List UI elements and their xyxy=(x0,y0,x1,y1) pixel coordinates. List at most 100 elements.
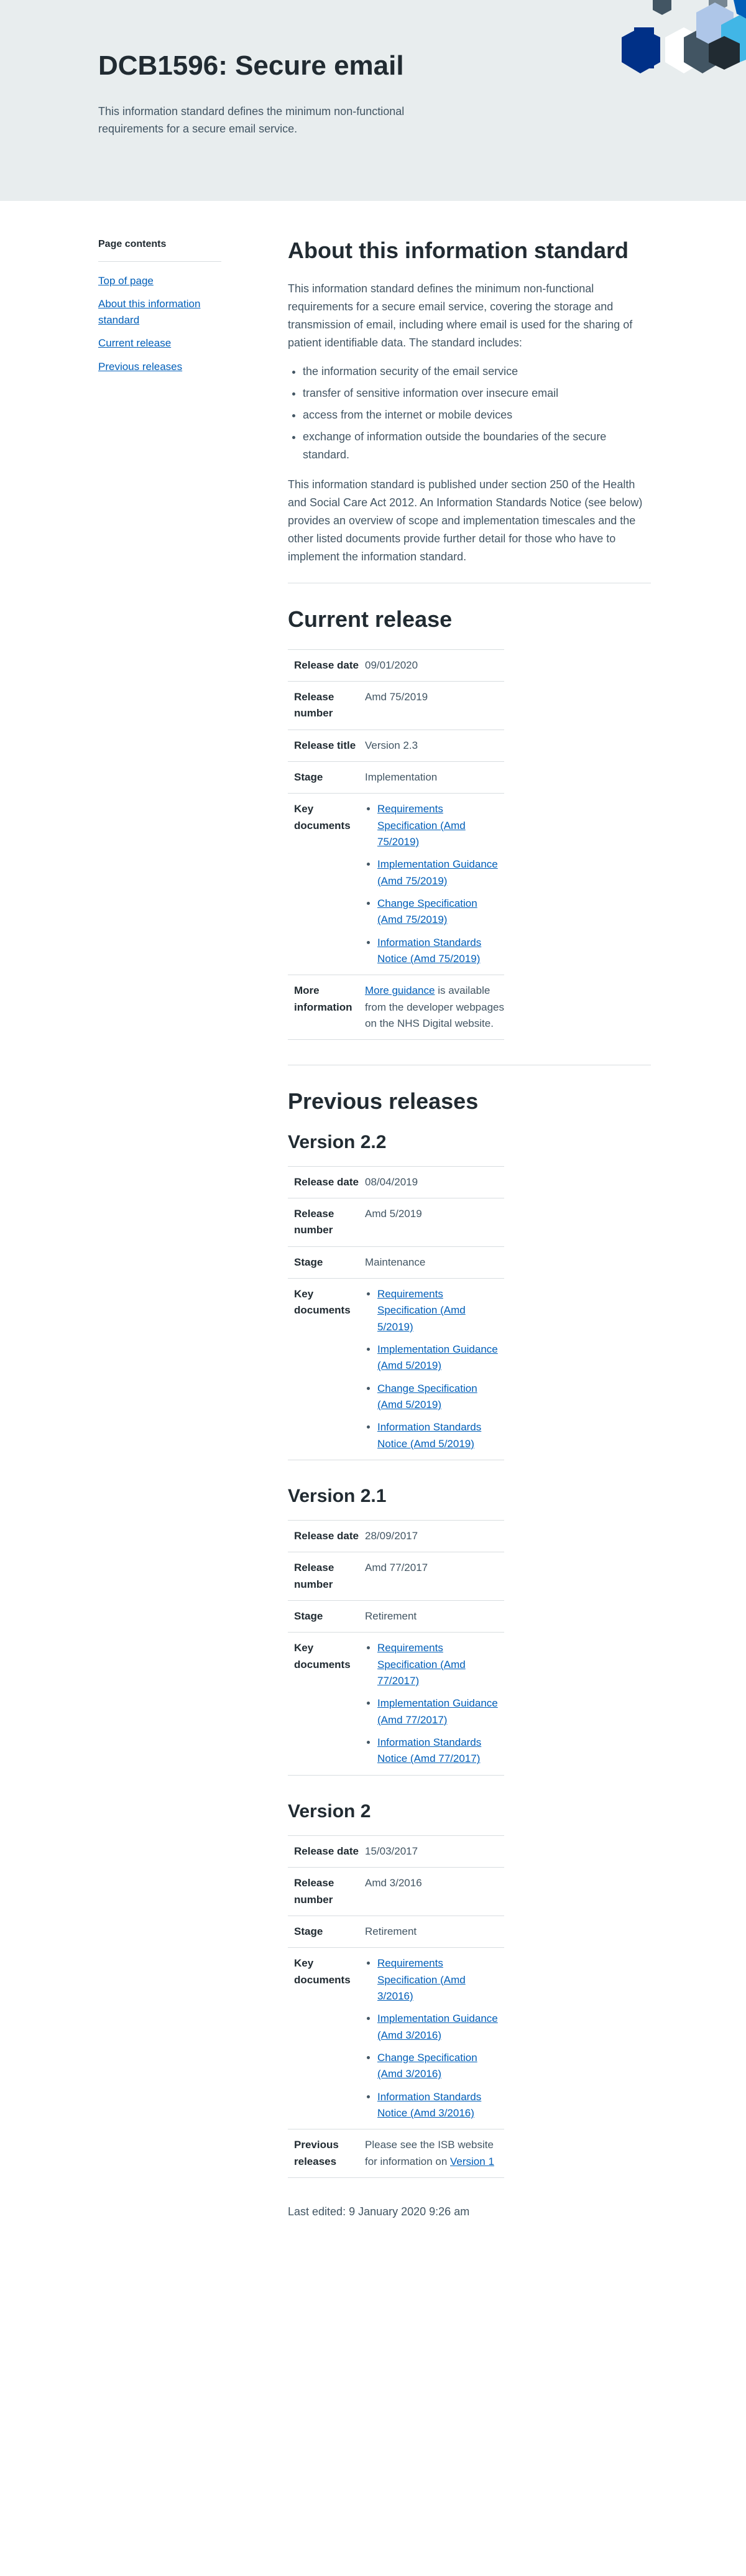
page-header: DCB1596: Secure email This information s… xyxy=(0,0,746,201)
about-bullet: transfer of sensitive information over i… xyxy=(303,384,651,402)
table-row: Release number Amd 5/2019 xyxy=(288,1198,504,1246)
table-row: Stage Maintenance xyxy=(288,1246,504,1278)
document-link[interactable]: Implementation Guidance (Amd 3/2016) xyxy=(377,2013,498,2041)
stage-value: Maintenance xyxy=(365,1256,426,1268)
table-row: Release date 15/03/2017 xyxy=(288,1835,504,1867)
about-heading: About this information standard xyxy=(288,238,629,263)
version-table: Release date 15/03/2017 Release number A… xyxy=(288,1835,504,2178)
about-bullet: exchange of information outside the boun… xyxy=(303,428,651,464)
document-link[interactable]: Requirements Specification (Amd 3/2016) xyxy=(377,1957,466,2002)
version-table: Release date 28/09/2017 Release number A… xyxy=(288,1520,504,1776)
stage-value: Implementation xyxy=(365,771,438,783)
row-label: Stage xyxy=(294,1925,323,1937)
document-link[interactable]: Requirements Specification (Amd 77/2017) xyxy=(377,1642,466,1687)
release-date-value: 15/03/2017 xyxy=(365,1845,418,1857)
about-paragraph-1: This information standard defines the mi… xyxy=(288,282,633,349)
stage-value: Retirement xyxy=(365,1610,417,1623)
row-label: Stage xyxy=(294,1610,323,1623)
stage-value: Retirement xyxy=(365,1925,417,1937)
current-release-section: Current release Release date 09/01/2020 … xyxy=(288,606,651,1040)
about-bullet: access from the internet or mobile devic… xyxy=(303,406,651,424)
document-link[interactable]: Change Specification (Amd 3/2016) xyxy=(377,2052,477,2080)
last-edited: Last edited: 9 January 2020 9:26 am xyxy=(288,2205,470,2218)
table-row: Release number Amd 77/2017 xyxy=(288,1552,504,1601)
table-row: More information More guidance is availa… xyxy=(288,975,504,1040)
document-link[interactable]: Change Specification (Amd 75/2019) xyxy=(377,897,477,925)
row-label: Release number xyxy=(294,1877,334,1906)
version-table: Release date 08/04/2019 Release number A… xyxy=(288,1166,504,1460)
table-row: Key documents Requirements Specification… xyxy=(288,1947,504,2129)
version-heading: Version 2.2 xyxy=(288,1131,387,1152)
table-row: Release date 28/09/2017 xyxy=(288,1520,504,1552)
document-link[interactable]: Information Standards Notice (Amd 75/201… xyxy=(377,937,481,965)
release-number-value: Amd 75/2019 xyxy=(365,690,428,703)
page-title: DCB1596: Secure email xyxy=(98,50,404,81)
key-documents-list: Requirements Specification (Amd 5/2019) … xyxy=(365,1286,504,1452)
current-release-table: Release date 09/01/2020 Release number A… xyxy=(288,649,504,1040)
document-link[interactable]: Change Specification (Amd 5/2019) xyxy=(377,1383,477,1411)
document-link[interactable]: Information Standards Notice (Amd 77/201… xyxy=(377,1736,481,1764)
table-row: Stage Retirement xyxy=(288,1600,504,1633)
table-row: Release title Version 2.3 xyxy=(288,730,504,761)
row-label: Release date xyxy=(294,1530,359,1542)
row-label: Stage xyxy=(294,1256,323,1268)
key-documents-list: Requirements Specification (Amd 3/2016) … xyxy=(365,1955,504,2121)
more-guidance-link[interactable]: More guidance xyxy=(365,985,435,996)
document-link[interactable]: Implementation Guidance (Amd 75/2019) xyxy=(377,858,498,886)
document-link[interactable]: Information Standards Notice (Amd 3/2016… xyxy=(377,2091,481,2119)
row-label: Release number xyxy=(294,1562,334,1590)
document-link[interactable]: Requirements Specification (Amd 5/2019) xyxy=(377,1288,466,1333)
release-date-value: 08/04/2019 xyxy=(365,1175,418,1188)
current-release-heading: Current release xyxy=(288,606,453,632)
nav-link-current-release[interactable]: Current release xyxy=(98,337,171,349)
row-label: Release number xyxy=(294,690,334,720)
row-label: Release number xyxy=(294,1207,334,1236)
release-number-value: Amd 5/2019 xyxy=(365,1207,422,1220)
row-label: Key documents xyxy=(294,1287,351,1317)
row-label: Release date xyxy=(294,1845,359,1857)
nav-link-previous-releases[interactable]: Previous releases xyxy=(98,361,182,373)
table-row: Key documents Requirements Specification… xyxy=(288,793,504,975)
table-row: Release date 09/01/2020 xyxy=(288,649,504,681)
nav-link-top-of-page[interactable]: Top of page xyxy=(98,275,154,287)
document-link[interactable]: Implementation Guidance (Amd 5/2019) xyxy=(377,1343,498,1371)
table-row: Stage Implementation xyxy=(288,761,504,793)
row-label: Stage xyxy=(294,771,323,783)
table-row: Release number Amd 3/2016 xyxy=(288,1867,504,1916)
previous-releases-section: Previous releases Version 2.2 Release da… xyxy=(288,1088,651,2178)
row-label: Release date xyxy=(294,659,359,671)
key-documents-list: Requirements Specification (Amd 77/2017)… xyxy=(365,1640,504,1767)
page-contents-nav: Page contents Top of page About this inf… xyxy=(98,237,221,382)
version-1-link[interactable]: Version 1 xyxy=(450,2156,494,2167)
version-heading: Version 2 xyxy=(288,1800,371,1822)
release-date-value: 28/09/2017 xyxy=(365,1530,418,1542)
release-date-value: 09/01/2020 xyxy=(365,659,418,671)
table-row: Key documents Requirements Specification… xyxy=(288,1278,504,1460)
row-label: More information xyxy=(294,985,352,1013)
about-bullet: the information security of the email se… xyxy=(303,363,651,381)
release-title-value: Version 2.3 xyxy=(365,739,418,751)
table-row: Key documents Requirements Specification… xyxy=(288,1632,504,1776)
row-label: Release date xyxy=(294,1175,359,1188)
version-heading: Version 2.1 xyxy=(288,1486,387,1507)
document-link[interactable]: Information Standards Notice (Amd 5/2019… xyxy=(377,1421,481,1449)
previous-releases-heading: Previous releases xyxy=(288,1088,479,1114)
table-row: Previous releases Please see the ISB web… xyxy=(288,2129,504,2178)
page-intro: This information standard defines the mi… xyxy=(98,105,405,135)
about-section: About this information standard This inf… xyxy=(288,237,651,565)
page-contents-heading: Page contents xyxy=(98,237,221,262)
table-row: Stage Retirement xyxy=(288,1916,504,1947)
document-link[interactable]: Implementation Guidance (Amd 77/2017) xyxy=(377,1697,498,1725)
decorative-cubes-graphic xyxy=(622,0,746,73)
row-label: Key documents xyxy=(294,803,351,832)
release-number-value: Amd 77/2017 xyxy=(365,1562,428,1574)
about-paragraph-2: This information standard is published u… xyxy=(288,478,643,563)
main-content: About this information standard This inf… xyxy=(288,201,651,2258)
table-row: Release number Amd 75/2019 xyxy=(288,681,504,730)
release-number-value: Amd 3/2016 xyxy=(365,1877,422,1889)
row-label: Key documents xyxy=(294,1642,351,1670)
document-link[interactable]: Requirements Specification (Amd 75/2019) xyxy=(377,803,466,848)
nav-link-about[interactable]: About this information standard xyxy=(98,298,200,326)
row-label: Release title xyxy=(294,739,356,751)
row-label: Previous releases xyxy=(294,2139,339,2167)
